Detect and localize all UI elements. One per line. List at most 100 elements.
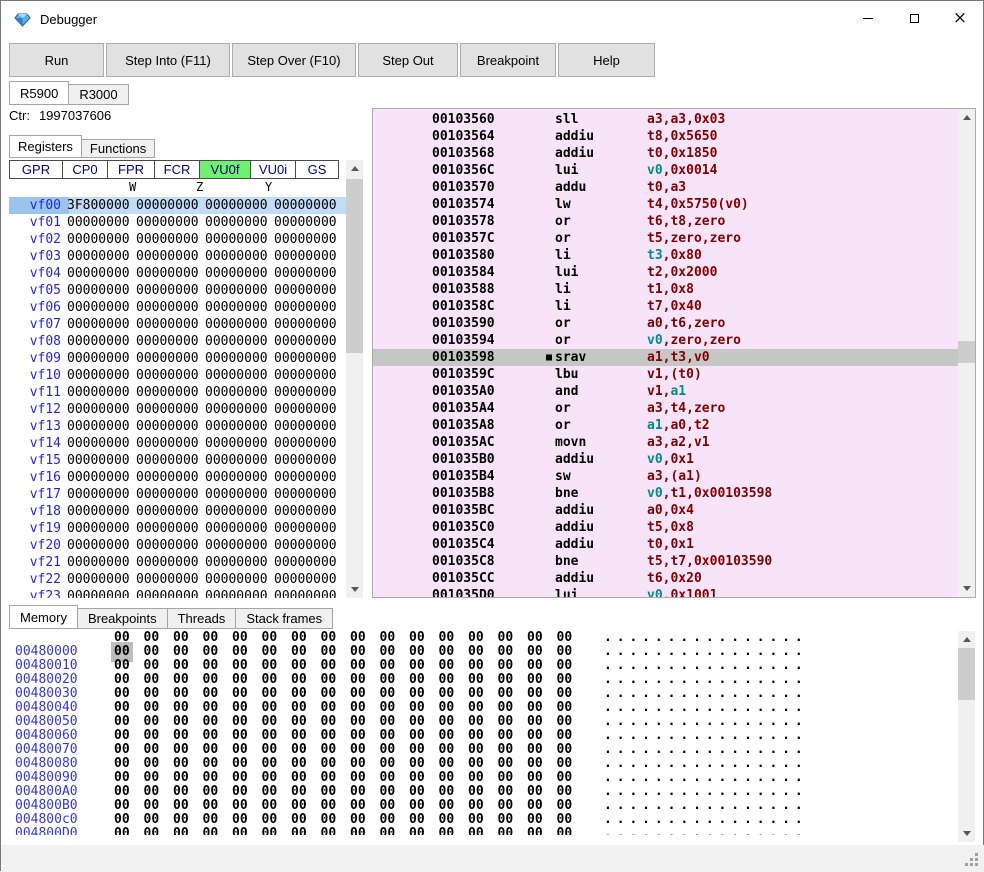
memory-byte[interactable]: 00 bbox=[498, 771, 514, 785]
memory-byte[interactable]: 00 bbox=[232, 659, 248, 673]
memory-byte[interactable]: 00 bbox=[321, 743, 337, 757]
memory-byte[interactable]: 00 bbox=[468, 645, 484, 659]
disasm-line-00103570[interactable]: 00103570addut0,a3 bbox=[373, 179, 958, 196]
memory-byte[interactable]: 00 bbox=[173, 659, 189, 673]
memory-byte[interactable]: 00 bbox=[291, 687, 307, 701]
memory-byte[interactable]: 00 bbox=[557, 687, 573, 701]
register-row-vf03[interactable]: vf0300000000000000000000000000000000 bbox=[9, 248, 346, 265]
registers-scrollbar[interactable] bbox=[346, 160, 363, 598]
memory-ascii[interactable]: ................ bbox=[604, 659, 808, 673]
register-category-fpr[interactable]: FPR bbox=[107, 160, 155, 179]
memory-byte[interactable]: 00 bbox=[114, 715, 130, 729]
memory-byte[interactable]: 00 bbox=[468, 701, 484, 715]
memory-byte[interactable]: 00 bbox=[468, 785, 484, 799]
scroll-down-arrow-icon[interactable] bbox=[958, 825, 975, 842]
memory-ascii[interactable]: ................ bbox=[604, 827, 808, 835]
memory-byte[interactable]: 00 bbox=[321, 729, 337, 743]
memory-byte[interactable]: 00 bbox=[291, 785, 307, 799]
memory-byte[interactable]: 00 bbox=[350, 799, 366, 813]
memory-byte[interactable]: 00 bbox=[232, 687, 248, 701]
memory-byte[interactable]: 00 bbox=[262, 785, 278, 799]
register-category-vu0f[interactable]: VU0f bbox=[199, 160, 251, 179]
memory-byte[interactable]: 00 bbox=[350, 813, 366, 827]
memory-byte[interactable]: 00 bbox=[498, 673, 514, 687]
disasm-line-00103580[interactable]: 00103580lit3,0x80 bbox=[373, 247, 958, 264]
memory-byte[interactable]: 00 bbox=[262, 743, 278, 757]
memory-byte[interactable]: 00 bbox=[203, 771, 219, 785]
disasm-line-0010357C[interactable]: 0010357Cort5,zero,zero bbox=[373, 230, 958, 247]
bottom-tab-breakpoints[interactable]: Breakpoints bbox=[77, 608, 168, 629]
memory-byte[interactable]: 00 bbox=[439, 659, 455, 673]
memory-byte[interactable]: 00 bbox=[380, 631, 396, 645]
register-row-vf16[interactable]: vf1600000000000000000000000000000000 bbox=[9, 469, 346, 486]
memory-byte[interactable]: 00 bbox=[468, 729, 484, 743]
memory-byte[interactable]: 00 bbox=[173, 673, 189, 687]
memory-byte[interactable]: 00 bbox=[262, 799, 278, 813]
memory-byte[interactable]: 00 bbox=[144, 715, 160, 729]
register-row-vf13[interactable]: vf1300000000000000000000000000000000 bbox=[9, 418, 346, 435]
memory-byte[interactable]: 00 bbox=[409, 645, 425, 659]
memory-byte[interactable]: 00 bbox=[468, 687, 484, 701]
memory-byte[interactable]: 00 bbox=[468, 673, 484, 687]
register-row-vf10[interactable]: vf1000000000000000000000000000000000 bbox=[9, 367, 346, 384]
memory-byte[interactable]: 00 bbox=[173, 757, 189, 771]
register-row-vf18[interactable]: vf1800000000000000000000000000000000 bbox=[9, 503, 346, 520]
memory-byte[interactable]: 00 bbox=[114, 631, 130, 645]
memory-byte[interactable]: 00 bbox=[114, 827, 130, 835]
toolbar-button-step-into-f11[interactable]: Step Into (F11) bbox=[106, 43, 230, 77]
memory-byte[interactable]: 00 bbox=[350, 729, 366, 743]
scrollbar-thumb[interactable] bbox=[958, 341, 975, 363]
memory-byte[interactable]: 00 bbox=[498, 757, 514, 771]
memory-byte[interactable]: 00 bbox=[409, 701, 425, 715]
memory-byte[interactable]: 00 bbox=[439, 687, 455, 701]
memory-byte[interactable]: 00 bbox=[409, 729, 425, 743]
memory-byte[interactable]: 00 bbox=[439, 757, 455, 771]
memory-byte[interactable]: 00 bbox=[439, 771, 455, 785]
scrollbar-thumb[interactable] bbox=[346, 179, 363, 353]
disassembly-view[interactable]: 00103560slla3,a3,0x0300103564addiut8,0x5… bbox=[372, 108, 976, 598]
scroll-up-arrow-icon[interactable] bbox=[346, 160, 363, 177]
register-row-vf12[interactable]: vf1200000000000000000000000000000000 bbox=[9, 401, 346, 418]
memory-byte[interactable]: 00 bbox=[380, 715, 396, 729]
memory-byte[interactable]: 00 bbox=[291, 715, 307, 729]
memory-byte[interactable]: 00 bbox=[557, 645, 573, 659]
disasm-line-001035B4[interactable]: 001035B4swa3,(a1) bbox=[373, 468, 958, 485]
memory-byte[interactable]: 00 bbox=[527, 729, 543, 743]
memory-byte[interactable]: 00 bbox=[321, 631, 337, 645]
memory-byte[interactable]: 00 bbox=[380, 813, 396, 827]
minimize-button[interactable] bbox=[845, 1, 891, 35]
memory-byte[interactable]: 00 bbox=[262, 827, 278, 835]
memory-byte[interactable]: 00 bbox=[380, 799, 396, 813]
memory-byte[interactable]: 00 bbox=[321, 757, 337, 771]
disasm-line-0010359C[interactable]: 0010359Clbuv1,(t0) bbox=[373, 366, 958, 383]
memory-byte[interactable]: 00 bbox=[144, 813, 160, 827]
memory-byte[interactable]: 00 bbox=[380, 645, 396, 659]
memory-byte[interactable]: 00 bbox=[203, 827, 219, 835]
memory-byte[interactable]: 00 bbox=[557, 743, 573, 757]
memory-byte[interactable]: 00 bbox=[557, 701, 573, 715]
memory-byte[interactable]: 00 bbox=[468, 771, 484, 785]
memory-byte[interactable]: 00 bbox=[439, 701, 455, 715]
memory-byte[interactable]: 00 bbox=[468, 659, 484, 673]
memory-byte[interactable]: 00 bbox=[409, 743, 425, 757]
memory-byte[interactable]: 00 bbox=[321, 785, 337, 799]
register-row-vf21[interactable]: vf2100000000000000000000000000000000 bbox=[9, 554, 346, 571]
register-row-vf07[interactable]: vf0700000000000000000000000000000000 bbox=[9, 316, 346, 333]
memory-byte[interactable]: 00 bbox=[291, 729, 307, 743]
memory-byte[interactable]: 00 bbox=[114, 659, 130, 673]
memory-byte[interactable]: 00 bbox=[380, 729, 396, 743]
memory-byte[interactable]: 00 bbox=[291, 659, 307, 673]
memory-byte[interactable]: 00 bbox=[498, 743, 514, 757]
memory-byte[interactable]: 00 bbox=[291, 799, 307, 813]
memory-byte[interactable]: 00 bbox=[321, 771, 337, 785]
memory-byte[interactable]: 00 bbox=[144, 631, 160, 645]
memory-byte[interactable]: 00 bbox=[203, 715, 219, 729]
bottom-tab-memory[interactable]: Memory bbox=[9, 605, 78, 629]
memory-byte[interactable]: 00 bbox=[498, 785, 514, 799]
memory-byte[interactable]: 00 bbox=[262, 729, 278, 743]
disasm-line-001035C4[interactable]: 001035C4addiut0,0x1 bbox=[373, 536, 958, 553]
memory-byte[interactable]: 00 bbox=[527, 673, 543, 687]
toolbar-button-step-over-f10[interactable]: Step Over (F10) bbox=[232, 43, 356, 77]
memory-ascii[interactable]: ................ bbox=[604, 757, 808, 771]
memory-byte[interactable]: 00 bbox=[498, 799, 514, 813]
